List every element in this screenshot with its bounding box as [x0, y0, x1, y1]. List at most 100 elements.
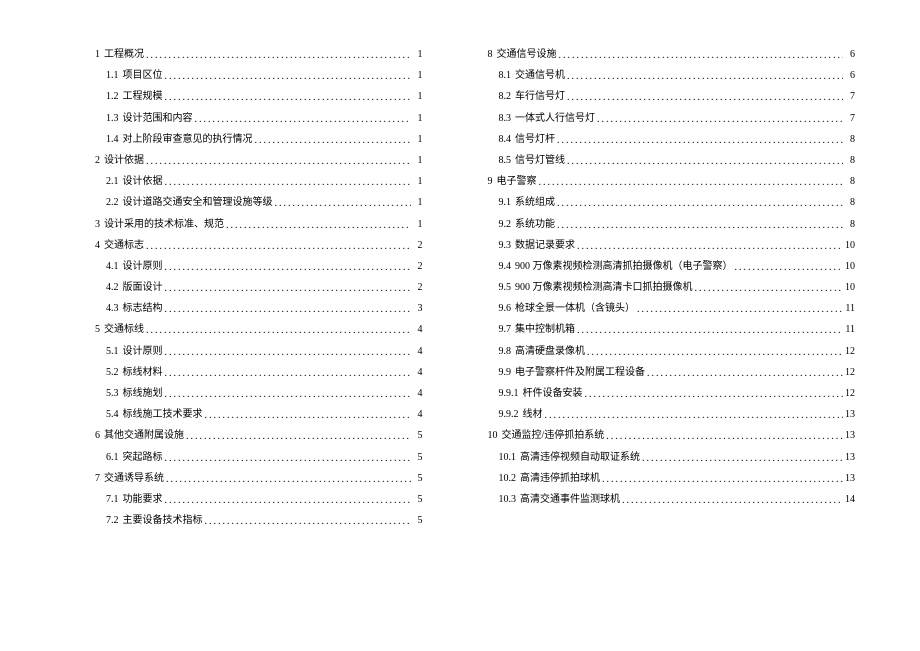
- toc-entry: 5.3 标线施划 4: [95, 389, 423, 399]
- toc-entry: 10.2高清违停抓拍球机13: [488, 474, 856, 484]
- toc-number: 8.3: [499, 114, 512, 124]
- toc-entry: 6其他交通附属设施5: [95, 431, 423, 441]
- toc-entry: 9.9.2线材13: [488, 410, 856, 420]
- toc-leader-dots: [545, 411, 844, 421]
- toc-number: 10.2: [499, 474, 517, 484]
- toc-entry: 2.1设计依据1: [95, 177, 423, 187]
- toc-page-number: 14: [845, 495, 855, 505]
- toc-number: 4: [95, 241, 100, 251]
- toc-title: 标线施划: [123, 389, 163, 399]
- toc-page-number: 13: [845, 453, 855, 463]
- toc-title: 集中控制机箱: [515, 325, 575, 335]
- toc-leader-dots: [735, 263, 844, 273]
- toc-column-left: 1工程概况11.1项目区位11.2工程规模11.3设计范围和内容11.4对上阶段…: [95, 50, 478, 621]
- toc-leader-dots: [226, 221, 411, 231]
- toc-entry: 10交通监控/违停抓拍系统13: [488, 431, 856, 441]
- toc-entry: 10.1高清违停视频自动取证系统13: [488, 453, 856, 463]
- toc-title: 交通诱导系统: [104, 474, 164, 484]
- toc-page: 1工程概况11.1项目区位11.2工程规模11.3设计范围和内容11.4对上阶段…: [0, 0, 920, 651]
- toc-page-number: 3: [413, 304, 423, 314]
- toc-leader-dots: [186, 432, 411, 442]
- toc-number: 10.3: [499, 495, 517, 505]
- toc-leader-dots: [557, 136, 843, 146]
- toc-page-number: 2: [413, 283, 423, 293]
- toc-title: 900 万像素视频检测高清抓拍摄像机（电子警察）: [515, 262, 733, 272]
- toc-page-number: 10: [845, 283, 855, 293]
- toc-title: 工程概况: [104, 50, 144, 60]
- toc-leader-dots: [567, 72, 843, 82]
- toc-number: 2.1: [106, 177, 119, 187]
- toc-number: 2: [95, 156, 100, 166]
- toc-leader-dots: [585, 390, 844, 400]
- toc-page-number: 8: [845, 177, 855, 187]
- toc-entry: 9.9电子警察杆件及附属工程设备12: [488, 368, 856, 378]
- toc-entry: 1.4对上阶段审查意见的执行情况1: [95, 135, 423, 145]
- toc-number: 9.2: [499, 220, 512, 230]
- toc-entry: 9.7集中控制机箱11: [488, 325, 856, 335]
- toc-page-number: 2: [413, 262, 423, 272]
- toc-entry: 1.1项目区位1: [95, 71, 423, 81]
- toc-title: 枪球全景一体机（含镜头）: [515, 304, 635, 314]
- toc-entry: 8.5信号灯管线8: [488, 156, 856, 166]
- toc-leader-dots: [165, 178, 411, 188]
- toc-title: 主要设备技术指标: [123, 516, 203, 526]
- toc-leader-dots: [642, 454, 843, 464]
- toc-number: 5.4: [106, 410, 119, 420]
- toc-entry: 4.1设计原则2: [95, 262, 423, 272]
- toc-title: 对上阶段审查意见的执行情况: [123, 135, 253, 145]
- toc-title: 系统功能: [515, 220, 555, 230]
- toc-page-number: 13: [845, 431, 855, 441]
- toc-title: 电子警察: [497, 177, 537, 187]
- toc-title: 电子警察杆件及附属工程设备: [515, 368, 645, 378]
- toc-leader-dots: [587, 348, 843, 358]
- toc-number: 5.3: [106, 389, 119, 399]
- toc-leader-dots: [567, 93, 843, 103]
- toc-leader-dots: [165, 93, 411, 103]
- toc-page-number: 13: [845, 410, 855, 420]
- toc-number: 9.4: [499, 262, 512, 272]
- toc-number: 6.1: [106, 453, 119, 463]
- toc-title: 系统组成: [515, 198, 555, 208]
- toc-title: 高清违停视频自动取证系统: [520, 453, 640, 463]
- toc-entry: 1工程概况1: [95, 50, 423, 60]
- toc-leader-dots: [577, 242, 843, 252]
- toc-page-number: 10: [845, 241, 855, 251]
- toc-entry: 4.2版面设计2: [95, 283, 423, 293]
- toc-title: 设计道路交通安全和管理设施等级: [123, 198, 273, 208]
- toc-page-number: 6: [845, 71, 855, 81]
- toc-number: 5.2: [106, 368, 119, 378]
- toc-page-number: 4: [413, 389, 423, 399]
- toc-page-number: 5: [413, 431, 423, 441]
- toc-title: 交通信号设施: [497, 50, 557, 60]
- toc-leader-dots: [559, 51, 844, 61]
- toc-title: 交通标志: [104, 241, 144, 251]
- toc-page-number: 12: [845, 347, 855, 357]
- toc-page-number: 1: [413, 135, 423, 145]
- toc-number: 4.3: [106, 304, 119, 314]
- toc-entry: 5.2标线材料4: [95, 368, 423, 378]
- toc-title: 交通信号机: [515, 71, 565, 81]
- toc-page-number: 4: [413, 368, 423, 378]
- toc-leader-dots: [647, 369, 843, 379]
- toc-page-number: 12: [845, 389, 855, 399]
- toc-title: 线材: [523, 410, 543, 420]
- toc-leader-dots: [165, 369, 411, 379]
- toc-page-number: 5: [413, 453, 423, 463]
- toc-leader-dots: [275, 199, 411, 209]
- toc-title: 高清交通事件监测球机: [520, 495, 620, 505]
- toc-leader-dots: [205, 411, 411, 421]
- toc-leader-dots: [165, 284, 411, 294]
- toc-entry: 5.1设计原则4: [95, 347, 423, 357]
- toc-leader-dots: [637, 305, 843, 315]
- toc-number: 9.6: [499, 304, 512, 314]
- toc-number: 8.2: [499, 92, 512, 102]
- toc-leader-dots: [146, 326, 411, 336]
- toc-number: 4.1: [106, 262, 119, 272]
- toc-page-number: 8: [845, 198, 855, 208]
- toc-leader-dots: [539, 178, 844, 188]
- toc-number: 5.1: [106, 347, 119, 357]
- toc-entry: 9电子警察8: [488, 177, 856, 187]
- toc-page-number: 1: [413, 198, 423, 208]
- toc-entry: 9.1系统组成8: [488, 198, 856, 208]
- toc-title: 高清硬盘录像机: [515, 347, 585, 357]
